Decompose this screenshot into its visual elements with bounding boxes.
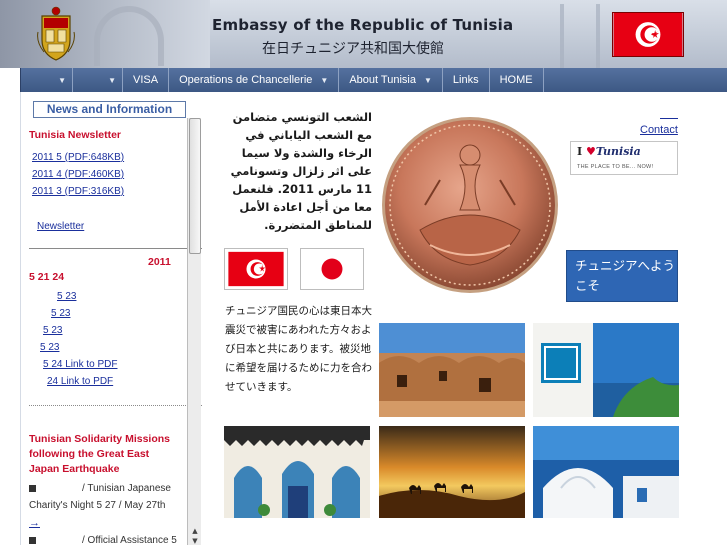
divider (29, 248, 202, 249)
scroll-down-icon[interactable]: ▼ (189, 536, 201, 545)
news-link-pdf[interactable]: 24 Link to PDF (47, 376, 113, 387)
photo-desert-camels[interactable] (379, 426, 525, 518)
arabic-solidarity-message: الشعب التونسي متضامن مع الشعب الياباني ف… (230, 110, 372, 232)
chevron-down-icon: ▼ (108, 75, 116, 85)
solidarity-item-detail: Charity's Night 5 27 / May 27th (29, 500, 166, 511)
coat-of-arms-icon (37, 6, 75, 61)
scroll-up-icon[interactable]: ▲ (189, 526, 201, 536)
photo-white-dome-sea[interactable] (533, 426, 679, 518)
contact-divider (660, 118, 678, 119)
nav-about-tunisia[interactable]: About Tunisia ▼ (339, 68, 443, 92)
divider (29, 405, 202, 406)
header-banner: Embassy of the Republic of Tunisia 在日チュニ… (0, 0, 727, 68)
sidebar-scrollbar[interactable]: ▲ ▼ (187, 118, 201, 545)
solidarity-item: / Tunisian Japanese (29, 483, 171, 494)
newsletter-link-april[interactable]: 2011 4 (PDF:460KB) (32, 169, 124, 180)
chevron-down-icon: ▼ (58, 75, 66, 85)
nav-home[interactable]: HOME (490, 68, 544, 92)
site-title-english: Embassy of the Republic of Tunisia (212, 16, 514, 34)
news-section-title: News and Information (33, 101, 186, 118)
date-heading: 5 21 24 (29, 271, 65, 283)
arrow-link-icon[interactable]: → (29, 517, 40, 529)
photo-sidi-bou-said-balcony[interactable] (533, 323, 679, 417)
chevron-down-icon: ▼ (320, 75, 329, 85)
news-sidebar: News and Information Tunisia Newsletter … (20, 92, 202, 545)
tunisia-flag-icon (612, 12, 684, 57)
japanese-solidarity-message: チュニジア国民の心は東日本大震災で被害にあわれた方々および日本と共にあります。被… (225, 305, 372, 393)
nav-visa[interactable]: VISA (123, 68, 170, 92)
photo-traditional-courtyard[interactable] (224, 426, 370, 518)
news-link[interactable]: 5 23 (43, 325, 62, 336)
scrollbar-thumb[interactable] (189, 118, 201, 254)
header-column-decoration (560, 4, 600, 68)
main-navigation: ▼ ▼ VISA Operations de Chancellerie ▼ Ab… (20, 68, 727, 92)
news-link[interactable]: 5 23 (51, 308, 70, 319)
bullet-icon (29, 484, 36, 492)
i-love-tunisia-banner[interactable]: I ♥Tunisia THE PLACE TO BE... NOW! (570, 141, 678, 175)
nav-links[interactable]: Links (443, 68, 490, 92)
photo-ksour-village[interactable] (379, 323, 525, 417)
nav-dropdown-2[interactable]: ▼ (73, 68, 123, 92)
bronze-medallion-image (382, 117, 558, 293)
news-link[interactable]: 5 23 (40, 342, 59, 353)
bullet-icon (29, 536, 36, 544)
newsletter-heading: Tunisia Newsletter (29, 129, 121, 141)
nav-operations-chancellerie[interactable]: Operations de Chancellerie ▼ (169, 68, 340, 92)
chevron-down-icon: ▼ (423, 75, 432, 85)
site-title-japanese: 在日チュニジア共和国大使館 (262, 41, 444, 57)
nav-dropdown-1[interactable]: ▼ (21, 68, 73, 92)
banner-tagline: THE PLACE TO BE... NOW! (577, 164, 654, 170)
japan-flag-icon (300, 248, 364, 290)
contact-link[interactable]: Contact (640, 124, 678, 136)
newsletter-link-may[interactable]: 2011 5 (PDF:648KB) (32, 152, 124, 163)
newsletter-link-march[interactable]: 2011 3 (PDF:316KB) (32, 186, 124, 197)
tunisia-flag-small-icon (224, 248, 288, 290)
solidarity-heading: Tunisian Solidarity Missions following t… (29, 433, 170, 475)
banner-slogan: I ♥Tunisia (577, 145, 641, 158)
newsletter-archive-link[interactable]: Newsletter (37, 221, 84, 232)
welcome-to-tunisia-button[interactable]: チュニジアへようこそ (566, 250, 678, 302)
year-label: 2011 (148, 256, 171, 268)
news-link[interactable]: 5 23 (57, 291, 76, 302)
solidarity-item: / Official Assistance 5 (29, 535, 177, 545)
heart-icon: ♥ (585, 145, 596, 158)
news-link-pdf[interactable]: 5 24 Link to PDF (43, 359, 117, 370)
